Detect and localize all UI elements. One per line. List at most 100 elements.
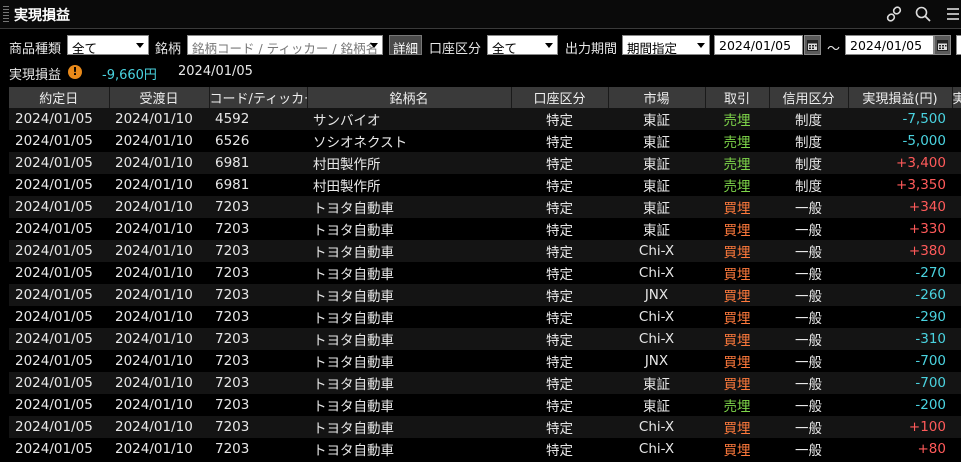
cell-account: 特定	[511, 328, 608, 350]
cell-account: 特定	[511, 152, 608, 174]
detail-button[interactable]: 詳細	[389, 35, 423, 56]
period-label: 出力期間	[565, 42, 618, 57]
cell-trade: 売埋	[705, 394, 769, 416]
cell-market: Chi-X	[608, 438, 705, 460]
cell-settle-date: 2024/01/10	[109, 130, 209, 152]
col-settle-date[interactable]: 受渡日	[109, 87, 210, 108]
table-row[interactable]: 2024/01/05 2024/01/10 7203 トヨタ自動車 特定 東証 買埋 一般 -7…	[9, 372, 961, 394]
cell-account: 特定	[511, 174, 608, 196]
link-icon[interactable]	[885, 5, 903, 23]
cell-settle-date: 2024/01/10	[109, 218, 209, 240]
cell-trade: 買埋	[705, 306, 769, 328]
table-row[interactable]: 2024/01/05 2024/01/10 7203 トヨタ自動車 特定 JNX 買埋 一般 -…	[9, 284, 961, 306]
cell-pnl: -290	[848, 306, 952, 328]
cell-name: サンバイオ	[307, 108, 511, 130]
cell-trade-date: 2024/01/05	[9, 130, 109, 152]
cell-trade: 買埋	[705, 240, 769, 262]
cell-trade: 買埋	[705, 372, 769, 394]
period-select[interactable]: 期間指定	[622, 35, 710, 55]
cell-name: トヨタ自動車	[307, 438, 511, 460]
table-row[interactable]: 2024/01/05 2024/01/10 7203 トヨタ自動車 特定 東証 売埋 一般 -2…	[9, 394, 961, 416]
cell-trade: 買埋	[705, 416, 769, 438]
menu-icon[interactable]	[944, 5, 961, 23]
cell-name: ソシオネクスト	[307, 130, 511, 152]
cell-settle-date: 2024/01/10	[109, 240, 209, 262]
calendar-icon[interactable]	[934, 35, 951, 55]
search-icon[interactable]	[914, 5, 932, 23]
col-trade-date[interactable]: 約定日	[9, 87, 110, 108]
table-row[interactable]: 2024/01/05 2024/01/10 7203 トヨタ自動車 特定 Chi-X 買埋一…	[9, 328, 961, 350]
cell-pnl: +80	[848, 438, 952, 460]
table-row[interactable]: 2024/01/05 2024/01/10 7203 トヨタ自動車 特定 Chi-X 買埋一…	[9, 262, 961, 284]
col-account[interactable]: 口座区分	[511, 87, 609, 108]
table-row[interactable]: 2024/01/05 2024/01/10 6526 ソシオネクスト 特定 東証 売埋 制度 -…	[9, 130, 961, 152]
table-row[interactable]: 2024/01/05 2024/01/10 6981 村田製作所 特定 東証 売埋 制度 +3,…	[9, 174, 961, 196]
cell-trade: 売埋	[705, 108, 769, 130]
col-pnl-extra[interactable]: 実現損	[952, 87, 961, 108]
cell-trade: 買埋	[705, 350, 769, 372]
cell-market: Chi-X	[608, 240, 705, 262]
table-row[interactable]: 2024/01/05 2024/01/10 7203 トヨタ自動車 特定 Chi-X 買埋一…	[9, 416, 961, 438]
cell-name: 村田製作所	[307, 174, 511, 196]
cell-margin: 一般	[769, 306, 848, 328]
cell-trade-date: 2024/01/05	[9, 394, 109, 416]
col-name[interactable]: 銘柄名	[307, 87, 512, 108]
cell-code: 4592	[209, 108, 307, 130]
cell-account: 特定	[511, 108, 608, 130]
cell-settle-date: 2024/01/10	[109, 372, 209, 394]
cell-pnl: +3,400	[848, 152, 952, 174]
cell-trade-date: 2024/01/05	[9, 196, 109, 218]
table-row[interactable]: 2024/01/05 2024/01/10 6981 村田製作所 特定 東証 売埋 制度 +3,…	[9, 152, 961, 174]
cell-trade: 買埋	[705, 262, 769, 284]
filter-bar: 商品種類 全て 銘柄 銘柄コード / ティッカー / 銘柄名 詳細 口座区分 全…	[0, 34, 961, 58]
col-market[interactable]: 市場	[608, 87, 706, 108]
symbol-input[interactable]: 銘柄コード / ティッカー / 銘柄名	[187, 35, 383, 55]
cell-settle-date: 2024/01/10	[109, 174, 209, 196]
cell-name: トヨタ自動車	[307, 350, 511, 372]
col-trade[interactable]: 取引	[705, 87, 770, 108]
account-value: 全て	[492, 41, 518, 55]
cell-settle-date: 2024/01/10	[109, 438, 209, 460]
cell-market: 東証	[608, 130, 705, 152]
table-row[interactable]: 2024/01/05 2024/01/10 7203 トヨタ自動車 特定 東証 買埋 一般 +3…	[9, 196, 961, 218]
cell-code: 7203	[209, 416, 307, 438]
col-code[interactable]: コード/ティッカー	[209, 87, 308, 108]
date-from-input[interactable]: 2024/01/05	[714, 35, 803, 55]
cell-pnl-extra	[952, 108, 961, 130]
table-row[interactable]: 2024/01/05 2024/01/10 7203 トヨタ自動車 特定 Chi-X 買埋一…	[9, 306, 961, 328]
cell-name: トヨタ自動車	[307, 372, 511, 394]
table-row[interactable]: 2024/01/05 2024/01/10 7203 トヨタ自動車 特定 東証 買埋 一般 +3…	[9, 218, 961, 240]
cell-market: 東証	[608, 174, 705, 196]
date-to-input[interactable]: 2024/01/05	[845, 35, 934, 55]
cell-pnl-extra	[952, 306, 961, 328]
chevron-down-icon	[697, 43, 705, 48]
col-margin[interactable]: 信用区分	[769, 87, 849, 108]
col-pnl[interactable]: 実現損益(円)	[848, 87, 953, 108]
table-row[interactable]: 2024/01/05 2024/01/10 4592 サンバイオ 特定 東証 売埋 制度 -7,…	[9, 108, 961, 130]
cell-trade: 売埋	[705, 130, 769, 152]
cell-trade-date: 2024/01/05	[9, 174, 109, 196]
cell-account: 特定	[511, 262, 608, 284]
table-row[interactable]: 2024/01/05 2024/01/10 7203 トヨタ自動車 特定 Chi-X 買埋一…	[9, 240, 961, 262]
cell-settle-date: 2024/01/10	[109, 394, 209, 416]
cell-pnl: -700	[848, 350, 952, 372]
cell-name: トヨタ自動車	[307, 262, 511, 284]
cell-trade: 売埋	[705, 152, 769, 174]
period-value: 期間指定	[627, 41, 678, 55]
table-row[interactable]: 2024/01/05 2024/01/10 7203 トヨタ自動車 特定 Chi-X 買埋一…	[9, 438, 961, 460]
summary-date: 2024/01/05	[178, 64, 253, 79]
cell-margin: 一般	[769, 240, 848, 262]
cell-pnl: -5,000	[848, 130, 952, 152]
product-type-select[interactable]: 全て	[67, 35, 149, 55]
cell-pnl-extra	[952, 130, 961, 152]
cell-name: トヨタ自動車	[307, 306, 511, 328]
drag-handle[interactable]	[3, 6, 9, 22]
extra-control[interactable]	[956, 35, 961, 55]
pnl-table: 約定日 受渡日 コード/ティッカー 銘柄名 口座区分 市場 取引 信用区分 実現…	[9, 87, 961, 462]
warning-icon[interactable]: !	[68, 65, 82, 79]
table-row[interactable]: 2024/01/05 2024/01/10 7203 トヨタ自動車 特定 JNX 買埋 一般 -…	[9, 350, 961, 372]
cell-margin: 制度	[769, 152, 848, 174]
calendar-icon[interactable]	[804, 35, 821, 55]
cell-market: JNX	[608, 350, 705, 372]
account-select[interactable]: 全て	[487, 35, 558, 55]
